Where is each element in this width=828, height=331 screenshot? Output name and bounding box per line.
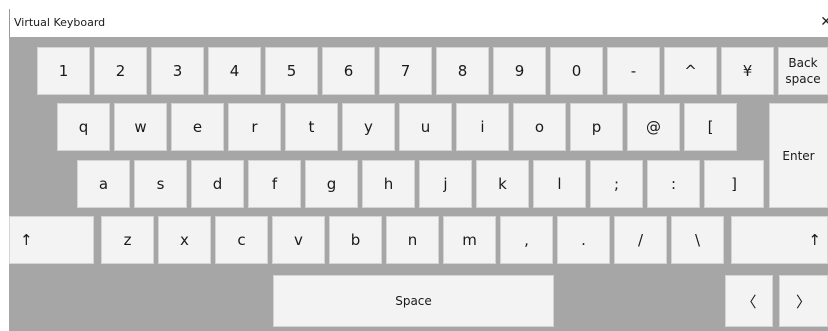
key-semicolon[interactable]: ; [590, 160, 643, 208]
key-l[interactable]: l [533, 160, 586, 208]
keyboard-area: 1 2 3 4 5 6 7 8 9 0 - ^ ¥ Back space q w… [9, 37, 828, 331]
key-1[interactable]: 1 [37, 47, 90, 95]
key-6[interactable]: 6 [322, 47, 375, 95]
key-7[interactable]: 7 [379, 47, 432, 95]
key-colon[interactable]: : [647, 160, 700, 208]
arrow-left-key[interactable]: 〈 [725, 275, 773, 327]
key-caret[interactable]: ^ [664, 47, 717, 95]
key-f[interactable]: f [248, 160, 301, 208]
title-bar: Virtual Keyboard ✕ [9, 9, 828, 37]
key-n[interactable]: n [386, 216, 439, 264]
key-minus[interactable]: - [607, 47, 660, 95]
key-4[interactable]: 4 [208, 47, 261, 95]
key-s[interactable]: s [134, 160, 187, 208]
key-j[interactable]: j [419, 160, 472, 208]
key-9[interactable]: 9 [493, 47, 546, 95]
enter-key[interactable]: Enter [769, 103, 828, 208]
backspace-key[interactable]: Back space [778, 47, 828, 95]
key-c[interactable]: c [215, 216, 268, 264]
key-p[interactable]: p [570, 103, 623, 151]
key-period[interactable]: . [557, 216, 610, 264]
close-icon[interactable]: ✕ [820, 13, 828, 29]
key-u[interactable]: u [399, 103, 452, 151]
key-0[interactable]: 0 [550, 47, 603, 95]
key-backslash[interactable]: \ [671, 216, 724, 264]
key-right-bracket[interactable]: ] [704, 160, 764, 208]
key-5[interactable]: 5 [265, 47, 318, 95]
key-d[interactable]: d [191, 160, 244, 208]
arrow-right-key[interactable]: 〉 [779, 275, 828, 327]
key-2[interactable]: 2 [94, 47, 147, 95]
key-v[interactable]: v [272, 216, 325, 264]
key-at[interactable]: @ [627, 103, 680, 151]
key-yen[interactable]: ¥ [721, 47, 774, 95]
key-y[interactable]: y [342, 103, 395, 151]
key-8[interactable]: 8 [436, 47, 489, 95]
window-title: Virtual Keyboard [14, 16, 106, 29]
key-q[interactable]: q [57, 103, 110, 151]
key-z[interactable]: z [101, 216, 154, 264]
key-t[interactable]: t [285, 103, 338, 151]
key-r[interactable]: r [228, 103, 281, 151]
key-i[interactable]: i [456, 103, 509, 151]
key-g[interactable]: g [305, 160, 358, 208]
key-comma[interactable]: , [500, 216, 553, 264]
key-slash[interactable]: / [614, 216, 667, 264]
key-left-bracket[interactable]: [ [684, 103, 737, 151]
key-e[interactable]: e [171, 103, 224, 151]
key-o[interactable]: o [513, 103, 566, 151]
key-k[interactable]: k [476, 160, 529, 208]
key-m[interactable]: m [443, 216, 496, 264]
key-3[interactable]: 3 [151, 47, 204, 95]
shift-left-key[interactable]: ↑ [9, 216, 94, 264]
key-a[interactable]: a [77, 160, 130, 208]
key-b[interactable]: b [329, 216, 382, 264]
key-w[interactable]: w [114, 103, 167, 151]
space-key[interactable]: Space [273, 275, 554, 327]
shift-right-key[interactable]: ↑ [731, 216, 828, 264]
key-h[interactable]: h [362, 160, 415, 208]
key-x[interactable]: x [158, 216, 211, 264]
